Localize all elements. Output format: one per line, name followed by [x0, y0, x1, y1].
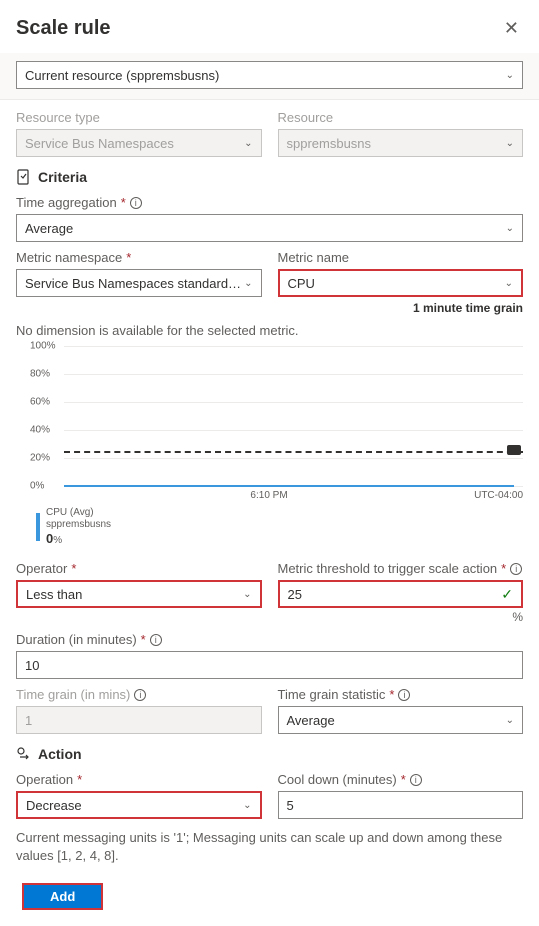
chart-ytick: 60% — [30, 397, 50, 408]
duration-input[interactable]: 10 — [16, 651, 523, 679]
resource-value: sppremsbusns — [287, 136, 372, 151]
chart-ytick: 40% — [30, 425, 50, 436]
metric-namespace-label: Metric namespace* — [16, 250, 262, 265]
chart-ytick: 100% — [30, 341, 56, 352]
metric-name-label: Metric name — [278, 250, 524, 265]
metric-source-value: Current resource (sppremsbusns) — [25, 68, 219, 83]
time-aggregation-value: Average — [25, 221, 73, 236]
resource-select: sppremsbusns ⌄ — [278, 129, 524, 157]
operator-value: Less than — [26, 587, 82, 602]
legend-unit: % — [53, 535, 62, 546]
cooldown-input[interactable]: 5 — [278, 791, 524, 819]
chevron-down-icon: ⌄ — [243, 589, 251, 600]
check-icon: ✓ — [501, 586, 513, 603]
time-grain-statistic-select[interactable]: Average ⌄ — [278, 706, 524, 734]
time-aggregation-label: Time aggregation* i — [16, 195, 523, 210]
time-grain-value: 1 — [25, 713, 32, 728]
metric-namespace-select[interactable]: Service Bus Namespaces standard me... ⌄ — [16, 269, 262, 297]
legend-resource: sppremsbusns — [46, 519, 111, 531]
cooldown-value: 5 — [287, 798, 294, 813]
resource-type-label: Resource type — [16, 110, 262, 125]
time-aggregation-select[interactable]: Average ⌄ — [16, 214, 523, 242]
page-title: Scale rule — [16, 17, 111, 40]
metric-source-select[interactable]: Current resource (sppremsbusns) ⌄ — [16, 61, 523, 89]
threshold-input[interactable]: 25 ✓ — [278, 580, 524, 608]
chevron-down-icon: ⌄ — [243, 800, 251, 811]
info-icon[interactable]: i — [150, 634, 162, 646]
legend-series-name: CPU (Avg) — [46, 507, 111, 519]
threshold-label: Metric threshold to trigger scale action… — [278, 561, 524, 576]
chevron-down-icon: ⌄ — [506, 715, 514, 726]
chart-x-center: 6:10 PM — [250, 490, 287, 501]
chevron-down-icon: ⌄ — [244, 138, 252, 149]
metric-chart: 100% 80% 60% 40% 20% 0% — [34, 346, 523, 486]
criteria-heading: Criteria — [38, 169, 87, 185]
operator-label: Operator* — [16, 561, 262, 576]
chevron-down-icon: ⌄ — [506, 138, 514, 149]
metric-namespace-value: Service Bus Namespaces standard me... — [25, 276, 244, 291]
operation-select[interactable]: Decrease ⌄ — [16, 791, 262, 819]
metric-name-value: CPU — [288, 276, 315, 291]
resource-type-select: Service Bus Namespaces ⌄ — [16, 129, 262, 157]
time-grain-input: 1 — [16, 706, 262, 734]
time-grain-label: Time grain (in mins) i — [16, 687, 262, 702]
dimension-note: No dimension is available for the select… — [16, 323, 523, 338]
duration-label: Duration (in minutes)* i — [16, 632, 523, 647]
info-icon[interactable]: i — [510, 563, 522, 575]
operation-label: Operation* — [16, 772, 262, 787]
add-button[interactable]: Add — [22, 883, 103, 910]
legend-color-bar — [36, 513, 40, 541]
chevron-down-icon: ⌄ — [506, 223, 514, 234]
threshold-unit: % — [278, 610, 524, 624]
close-icon[interactable]: ✕ — [500, 14, 523, 43]
chart-marker — [507, 445, 521, 455]
action-icon — [16, 746, 32, 762]
info-icon[interactable]: i — [134, 689, 146, 701]
threshold-value: 25 — [288, 587, 302, 602]
resource-type-value: Service Bus Namespaces — [25, 136, 174, 151]
operation-value: Decrease — [26, 798, 82, 813]
metric-name-select[interactable]: CPU ⌄ — [278, 269, 524, 297]
chart-data-line — [64, 485, 523, 487]
chart-ytick: 0% — [30, 481, 44, 492]
chevron-down-icon: ⌄ — [244, 278, 252, 289]
cooldown-label: Cool down (minutes)* i — [278, 772, 524, 787]
action-heading: Action — [38, 746, 82, 762]
duration-value: 10 — [25, 658, 39, 673]
chevron-down-icon: ⌄ — [505, 278, 513, 289]
time-grain-note: 1 minute time grain — [278, 301, 524, 315]
time-grain-statistic-value: Average — [287, 713, 335, 728]
footer-note: Current messaging units is '1'; Messagin… — [16, 829, 523, 865]
time-grain-statistic-label: Time grain statistic* i — [278, 687, 524, 702]
chart-x-right: UTC-04:00 — [474, 490, 523, 501]
info-icon[interactable]: i — [410, 774, 422, 786]
resource-label: Resource — [278, 110, 524, 125]
info-icon[interactable]: i — [398, 689, 410, 701]
info-icon[interactable]: i — [130, 197, 142, 209]
chart-legend: CPU (Avg) sppremsbusns 0% — [36, 507, 523, 547]
chart-threshold-line — [64, 451, 523, 453]
chart-ytick: 20% — [30, 453, 50, 464]
criteria-icon — [16, 169, 32, 185]
operator-select[interactable]: Less than ⌄ — [16, 580, 262, 608]
chart-ytick: 80% — [30, 369, 50, 380]
chevron-down-icon: ⌄ — [506, 70, 514, 81]
